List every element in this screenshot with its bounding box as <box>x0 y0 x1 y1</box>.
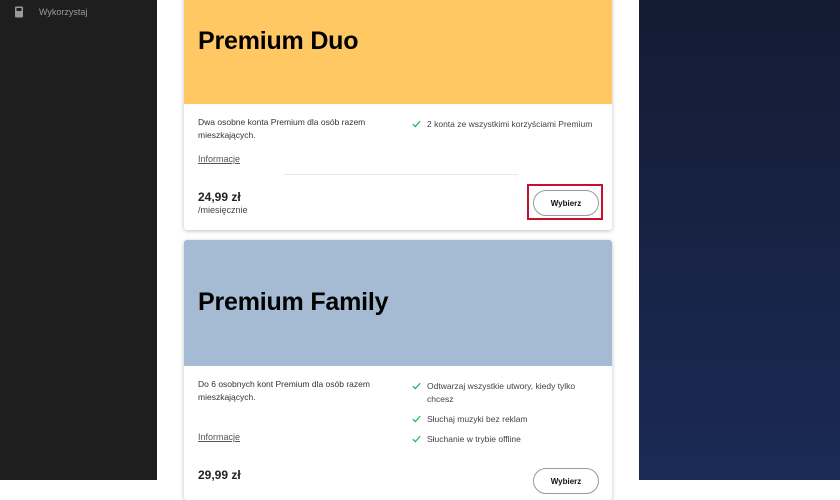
gift-card-icon <box>14 6 24 18</box>
sidebar-item-redeem[interactable]: Wykorzystaj <box>14 6 87 18</box>
feature-item: Słuchaj muzyki bez reklam <box>412 413 602 426</box>
plan-description: Dwa osobne konta Premium dla osób razem … <box>198 117 366 140</box>
feature-item: Odtwarzaj wszystkie utwory, kiedy tylko … <box>412 380 602 406</box>
check-icon <box>412 415 421 423</box>
feature-list: 2 konta ze wszystkimi korzyściami Premiu… <box>412 118 602 138</box>
plan-period: /miesięcznie <box>198 205 248 215</box>
plan-card-header: Premium Family <box>184 240 612 366</box>
feature-text: Słuchaj muzyki bez reklam <box>427 414 528 424</box>
plan-price: 24,99 zł <box>198 190 241 204</box>
plan-card-premium-duo: Premium Duo Dwa osobne konta Premium dla… <box>184 0 612 230</box>
check-icon <box>412 435 421 443</box>
choose-premium-duo-button[interactable]: Wybierz <box>533 190 599 216</box>
feature-text: Słuchanie w trybie offline <box>427 434 521 444</box>
feature-item: Słuchanie w trybie offline <box>412 433 602 446</box>
feature-text: 2 konta ze wszystkimi korzyściami Premiu… <box>427 119 593 129</box>
info-link[interactable]: Informacje <box>198 154 240 164</box>
feature-text: Odtwarzaj wszystkie utwory, kiedy tylko … <box>427 381 576 404</box>
divider <box>284 174 518 175</box>
left-sidebar: Wykorzystaj <box>0 0 157 480</box>
plan-description: Do 6 osobnych kont Premium dla osób raze… <box>198 379 370 402</box>
background-panel <box>639 0 840 480</box>
feature-item: 2 konta ze wszystkimi korzyściami Premiu… <box>412 118 602 131</box>
sidebar-item-label: Wykorzystaj <box>39 7 88 17</box>
plan-title: Premium Family <box>198 288 389 316</box>
plan-title: Premium Duo <box>198 27 359 55</box>
choose-premium-family-button[interactable]: Wybierz <box>533 468 599 494</box>
check-icon <box>412 382 421 390</box>
info-link[interactable]: Informacje <box>198 432 240 442</box>
plan-card-premium-family: Premium Family Do 6 osobnych kont Premiu… <box>184 240 612 500</box>
plan-card-header: Premium Duo <box>184 0 612 104</box>
plans-panel: Premium Duo Dwa osobne konta Premium dla… <box>157 0 639 500</box>
check-icon <box>412 120 421 128</box>
feature-list: Odtwarzaj wszystkie utwory, kiedy tylko … <box>412 380 602 453</box>
